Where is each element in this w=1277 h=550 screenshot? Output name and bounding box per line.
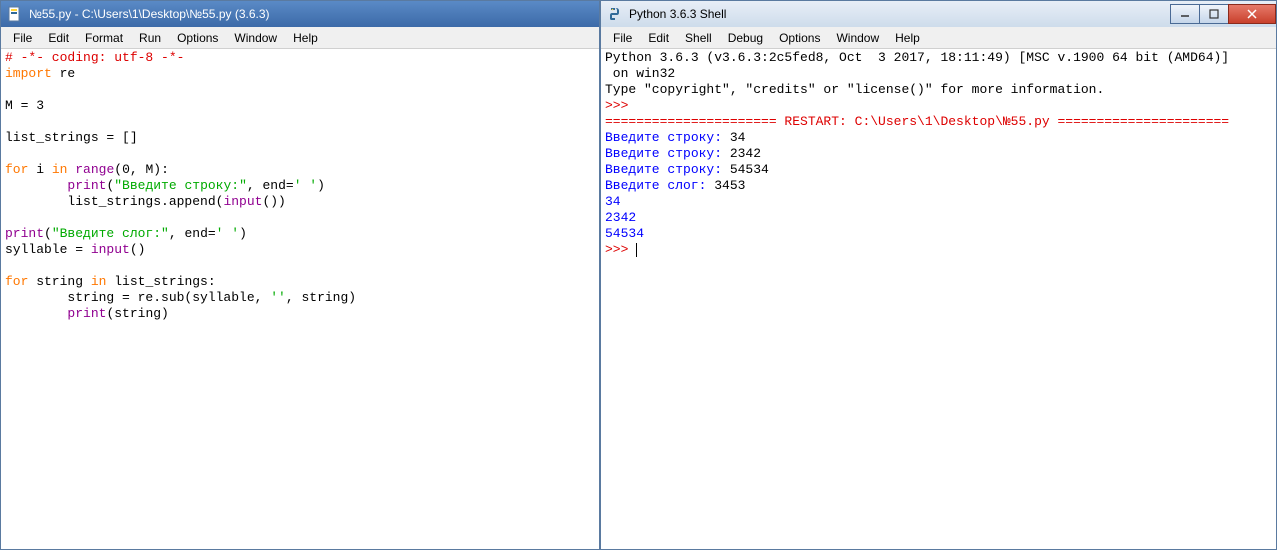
menu-file[interactable]: File	[5, 28, 40, 48]
editor-menubar: File Edit Format Run Options Window Help	[1, 27, 599, 49]
menu-window[interactable]: Window	[828, 28, 887, 48]
shell-output[interactable]: Python 3.6.3 (v3.6.3:2c5fed8, Oct 3 2017…	[605, 50, 1272, 258]
menu-options[interactable]: Options	[169, 28, 226, 48]
shell-window: Python 3.6.3 Shell File Edit Shell Debug…	[600, 0, 1277, 550]
editor-titlebar[interactable]: №55.py - C:\Users\1\Desktop\№55.py (3.6.…	[1, 1, 599, 27]
menu-help[interactable]: Help	[887, 28, 928, 48]
menu-edit[interactable]: Edit	[40, 28, 77, 48]
menu-shell[interactable]: Shell	[677, 28, 720, 48]
python-file-icon	[7, 6, 23, 22]
shell-menubar: File Edit Shell Debug Options Window Hel…	[601, 27, 1276, 49]
editor-content[interactable]: # -*- coding: utf-8 -*- import re M = 3 …	[1, 49, 599, 549]
menu-debug[interactable]: Debug	[720, 28, 771, 48]
menu-options[interactable]: Options	[771, 28, 828, 48]
menu-window[interactable]: Window	[226, 28, 285, 48]
python-shell-icon	[607, 6, 623, 22]
shell-content[interactable]: Python 3.6.3 (v3.6.3:2c5fed8, Oct 3 2017…	[601, 49, 1276, 549]
close-button[interactable]	[1228, 4, 1276, 24]
menu-format[interactable]: Format	[77, 28, 131, 48]
menu-edit[interactable]: Edit	[640, 28, 677, 48]
editor-title: №55.py - C:\Users\1\Desktop\№55.py (3.6.…	[29, 7, 599, 21]
menu-run[interactable]: Run	[131, 28, 169, 48]
source-code[interactable]: # -*- coding: utf-8 -*- import re M = 3 …	[5, 50, 595, 322]
text-cursor	[636, 243, 637, 257]
maximize-button[interactable]	[1199, 4, 1229, 24]
menu-file[interactable]: File	[605, 28, 640, 48]
shell-title: Python 3.6.3 Shell	[629, 7, 1171, 21]
window-controls	[1171, 4, 1276, 24]
minimize-button[interactable]	[1170, 4, 1200, 24]
shell-titlebar[interactable]: Python 3.6.3 Shell	[601, 1, 1276, 27]
menu-help[interactable]: Help	[285, 28, 326, 48]
editor-window: №55.py - C:\Users\1\Desktop\№55.py (3.6.…	[0, 0, 600, 550]
